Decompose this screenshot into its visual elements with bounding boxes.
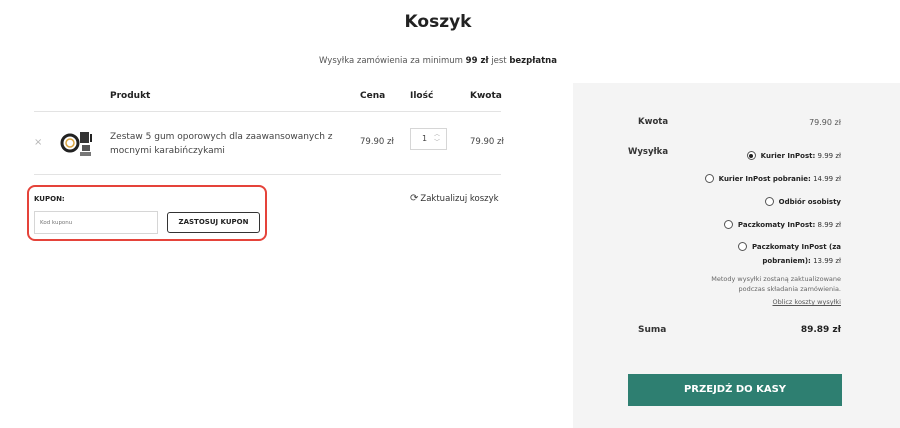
header-divider <box>34 111 501 112</box>
shipping-option-kurier-pobranie[interactable]: Kurier InPost pobranie: 14.99 zł <box>661 172 841 186</box>
subtotal-label: Kwota <box>638 117 669 127</box>
calculate-shipping-link[interactable]: Oblicz koszty wysyłki <box>700 298 842 306</box>
coupon-label: KUPON: <box>34 195 65 203</box>
radio-selected-icon[interactable] <box>746 151 756 160</box>
page-title: Koszyk <box>404 12 472 32</box>
free-shipping-notice: Wysyłka zamówienia za minimum 99 zł jest… <box>319 56 557 66</box>
product-name-link[interactable]: Zestaw 5 gum oporowych dla zaawansowanyc… <box>110 130 340 158</box>
radio-icon[interactable] <box>764 197 774 206</box>
checkout-button[interactable]: PRZEJDŹ DO KASY <box>628 374 842 406</box>
product-thumbnail[interactable] <box>60 128 94 158</box>
refresh-icon: ⟳ <box>410 193 419 204</box>
column-header-qty: Ilość <box>410 91 434 101</box>
chevron-up-icon[interactable]: ︿ <box>434 132 440 138</box>
update-cart-button[interactable]: ⟳ Zaktualizuj koszyk <box>410 193 499 204</box>
total-value: 89.89 zł <box>800 325 841 335</box>
total-label: Suma <box>638 325 667 335</box>
subtotal-value: 79.90 zł <box>809 118 841 127</box>
column-header-product: Produkt <box>110 91 151 101</box>
radio-icon[interactable] <box>704 174 714 183</box>
quantity-value: 1 <box>422 134 428 143</box>
product-price: 79.90 zł <box>360 137 394 147</box>
radio-icon[interactable] <box>737 242 747 251</box>
shipping-option-paczkomaty-pobranie[interactable]: Paczkomaty InPost (za pobraniem): 13.99 … <box>661 240 841 268</box>
remove-item-button[interactable]: × <box>34 137 42 148</box>
product-amount: 79.90 zł <box>470 137 504 147</box>
row-divider <box>34 174 501 175</box>
column-header-amount: Kwota <box>470 91 502 101</box>
chevron-down-icon[interactable]: ﹀ <box>434 140 440 146</box>
coupon-input[interactable] <box>34 211 158 234</box>
radio-icon[interactable] <box>723 220 733 229</box>
shipping-note: Metody wysyłki zostaną zaktualizowane po… <box>711 275 841 293</box>
quantity-stepper[interactable]: 1 ︿ ﹀ <box>410 128 447 150</box>
column-header-price: Cena <box>360 91 386 101</box>
shipping-option-paczkomaty[interactable]: Paczkomaty InPost: 8.99 zł <box>661 218 841 232</box>
shipping-option-kurier-inpost[interactable]: Kurier InPost: 9.99 zł <box>661 149 841 163</box>
shipping-option-odbior[interactable]: Odbiór osobisty <box>661 195 841 209</box>
apply-coupon-button[interactable]: ZASTOSUJ KUPON <box>167 212 260 233</box>
